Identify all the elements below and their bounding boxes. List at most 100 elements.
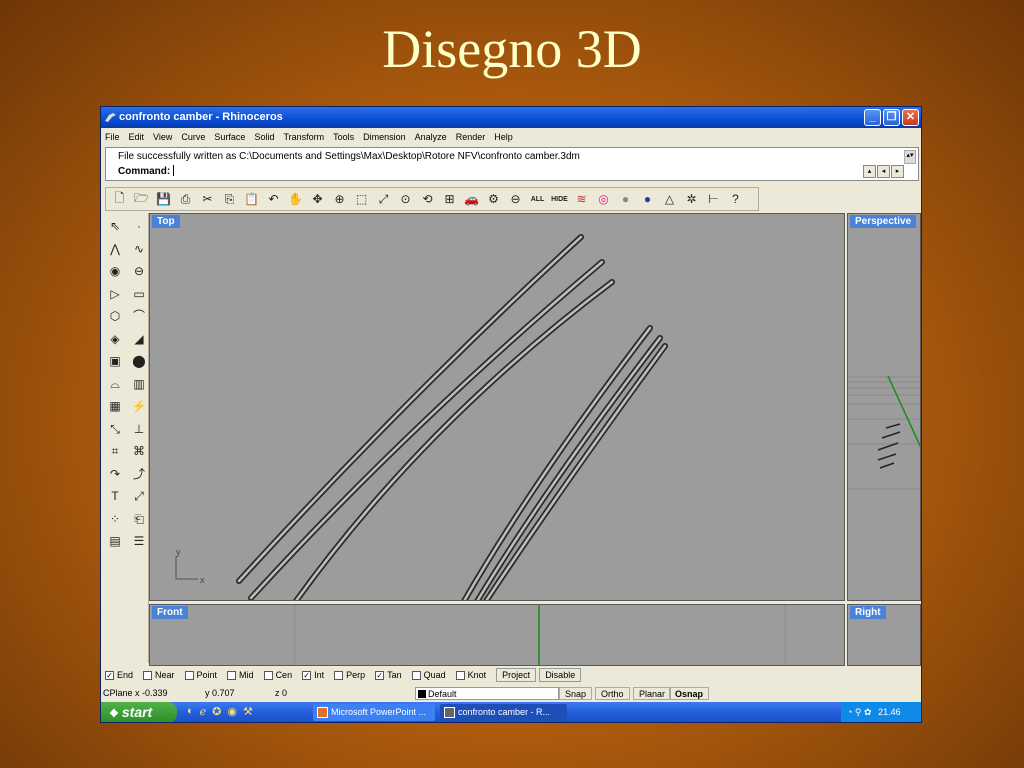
rebuild-icon[interactable]: ⤴ [128,463,150,486]
save-icon[interactable]: 💾 [153,189,174,210]
disable-button[interactable]: Disable [539,668,582,682]
viewport-top[interactable]: Top y x [149,213,845,601]
fillet-icon[interactable]: ⌒ [128,305,150,328]
menu-file[interactable]: File [105,128,120,146]
osnap-knot[interactable]: Knot [455,670,486,680]
render-icon[interactable]: ⚡ [128,395,150,418]
checkbox-cen[interactable] [263,670,273,680]
menu-analyze[interactable]: Analyze [415,128,447,146]
surface-icon[interactable]: ◈ [104,328,126,351]
undo-view-icon[interactable]: ⟲ [417,189,438,210]
copy-icon[interactable]: ⎘ [219,189,240,210]
pan-hand-icon[interactable]: ✋ [285,189,306,210]
maximize-button[interactable]: ❐ [883,109,900,126]
render-sphere-icon[interactable]: ● [615,189,636,210]
print-icon[interactable]: ⎙ [175,189,196,210]
curve-icon[interactable]: ∿ [128,238,150,261]
checkbox-mid[interactable] [227,670,237,680]
options-gear-icon[interactable]: ✲ [681,189,702,210]
tool-icon[interactable]: ⚒ [243,705,253,718]
osnap-int[interactable]: ✓ Int [302,670,324,680]
array-polar-icon[interactable]: ⌘ [128,440,150,463]
array-icon[interactable]: ⌗ [104,440,126,463]
undo-icon[interactable]: ↶ [263,189,284,210]
checkbox-knot[interactable] [455,670,465,680]
window-titlebar[interactable]: confronto camber - Rhinoceros _ ❐ ✕ [101,107,921,128]
start-button[interactable]: ❖ start [101,702,177,722]
viewport-perspective-label[interactable]: Perspective [850,215,917,228]
select-all-icon[interactable]: ALL [527,189,548,210]
osnap-mid[interactable]: Mid [227,670,254,680]
osnap-cen[interactable]: Cen [263,670,292,680]
text-icon[interactable]: T [104,485,126,508]
select-arrow-icon[interactable]: ⇖ [104,215,126,238]
mesh-icon[interactable]: ▦ [104,395,126,418]
cylinder-icon[interactable]: ⌓ [104,373,126,396]
point-on-icon[interactable]: ⊖ [505,189,526,210]
osnap-point[interactable]: Point [184,670,217,680]
osnap-near[interactable]: Near [143,670,175,680]
planar-toggle[interactable]: Planar [633,687,672,700]
osnap-quad[interactable]: Quad [411,670,446,680]
loft-icon[interactable]: ◢ [128,328,150,351]
menu-surface[interactable]: Surface [214,128,245,146]
command-input[interactable]: Command: [118,165,175,177]
spin-arrow-icon[interactable]: ▴ [863,165,876,178]
media-icon[interactable]: ✪ [212,705,221,718]
minimize-button[interactable]: _ [864,109,881,126]
task-rhinoceros[interactable]: confronto camber - R... [440,704,567,721]
menu-edit[interactable]: Edit [129,128,145,146]
viewport-right-label[interactable]: Right [850,606,886,619]
close-button[interactable]: ✕ [902,109,919,126]
box-icon[interactable]: ▣ [104,350,126,373]
osnap-end[interactable]: ✓ End [105,670,133,680]
menu-dimension[interactable]: Dimension [363,128,406,146]
project-icon[interactable]: ⊥ [128,418,150,441]
viewport-right[interactable]: Right [847,604,921,666]
menu-tools[interactable]: Tools [333,128,354,146]
checkbox-point[interactable] [184,670,194,680]
trim-icon[interactable]: ↷ [104,463,126,486]
right-arrow-icon[interactable]: ▸ [891,165,904,178]
checkbox-perp[interactable] [334,670,344,680]
snap-toggle[interactable]: Snap [559,687,593,700]
shaded-view-icon[interactable]: ⚙ [483,189,504,210]
ortho-toggle[interactable]: Ortho [595,687,630,700]
named-view-icon[interactable]: ▤ [104,530,126,553]
rectangle-icon[interactable]: ▭ [128,283,150,306]
group-icon[interactable]: ⁘ [104,508,126,531]
hatch-icon[interactable]: ☰ [128,530,150,553]
paste-icon[interactable]: 📋 [241,189,262,210]
osnap-tan[interactable]: ✓ Tan [375,670,402,680]
zoom-selected-icon[interactable]: ⊙ [395,189,416,210]
light-cone-icon[interactable]: △ [659,189,680,210]
polyline-icon[interactable]: ⋀ [104,238,126,261]
offset-icon[interactable]: ⎗ [128,508,150,531]
menu-transform[interactable]: Transform [283,128,324,146]
left-arrow-icon[interactable]: ◂ [877,165,890,178]
layers-icon[interactable]: ≋ [571,189,592,210]
menu-view[interactable]: View [153,128,172,146]
blue-sphere-icon[interactable]: ● [637,189,658,210]
rotate-view-icon[interactable]: ✥ [307,189,328,210]
viewport-front-label[interactable]: Front [152,606,188,619]
menu-help[interactable]: Help [494,128,513,146]
help-icon[interactable]: ? [725,189,746,210]
new-file-icon[interactable]: 🗋 [109,189,130,210]
menu-render[interactable]: Render [456,128,486,146]
transform-icon[interactable]: ⤡ [104,418,126,441]
checkbox-end[interactable]: ✓ [105,670,114,680]
osnap-perp[interactable]: Perp [334,670,365,680]
menu-solid[interactable]: Solid [254,128,274,146]
zoom-icon[interactable]: ⊕ [329,189,350,210]
point-icon[interactable]: · [128,215,150,238]
checkbox-tan[interactable]: ✓ [375,670,385,680]
desktop-icon[interactable]: ◐ [187,705,194,718]
arc-icon[interactable]: ▷ [104,283,126,306]
ie-icon[interactable]: ℯ [200,705,207,718]
project-button[interactable]: Project [496,668,537,682]
task-powerpoint[interactable]: Microsoft PowerPoint ... [313,704,435,721]
history-scrollbar[interactable]: ▴▾ [904,150,916,164]
four-viewports-icon[interactable]: ⊞ [439,189,460,210]
extrude-icon[interactable]: ▥ [128,373,150,396]
